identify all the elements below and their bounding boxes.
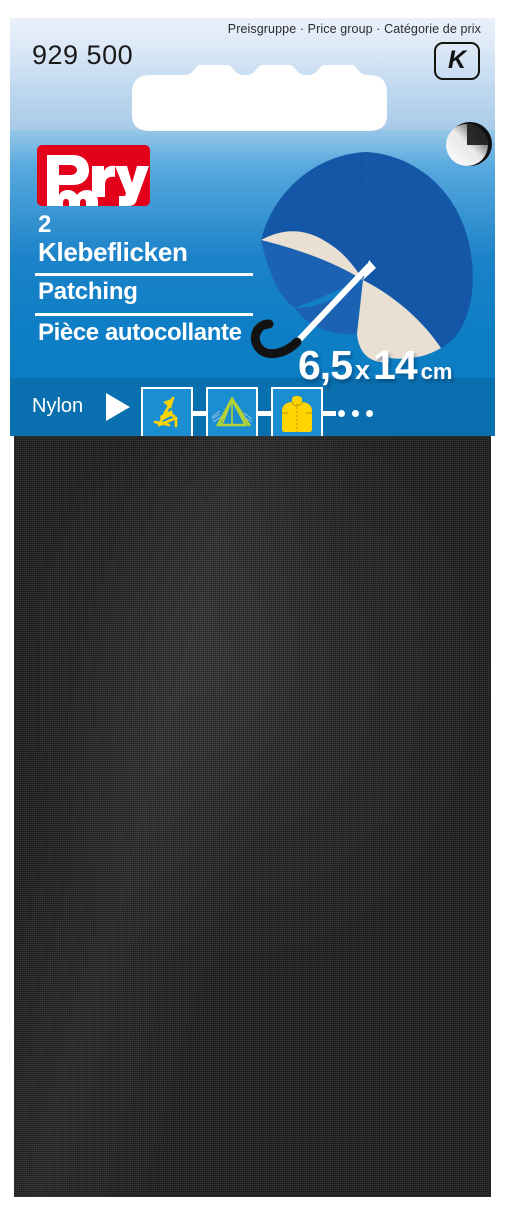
dimension-separator: x: [355, 355, 371, 385]
article-number: 929 500: [32, 40, 134, 70]
dot-3: [366, 409, 373, 417]
application-icon-deck-chair: [141, 387, 193, 439]
dot-1: [338, 409, 345, 417]
dimension-height: 14: [373, 342, 418, 388]
price-group-badge: K: [434, 42, 480, 80]
euro-slot-hole: [132, 65, 387, 131]
prym-brand-logo: [37, 145, 150, 206]
application-icon-list: [141, 387, 373, 439]
tent-icon: [211, 396, 253, 427]
product-name-fr: Pièce autocollante: [38, 319, 242, 346]
fabric-sheen-overlay: [14, 436, 491, 1197]
arrow-right-icon: [106, 393, 130, 421]
product-dimensions: 6,5 x14 cm: [298, 342, 452, 389]
icon-connector-3: [323, 410, 336, 416]
price-group-label: Preisgruppe · Price group · Catégorie de…: [227, 22, 481, 36]
price-group-value: K: [447, 45, 467, 74]
dot-2: [352, 409, 359, 417]
product-package-card: 929 500 Preisgruppe · Price group · Caté…: [10, 18, 495, 1198]
more-applications-indicator: [338, 409, 373, 417]
nylon-fabric-patch: [14, 436, 491, 1197]
rain-jacket-icon: [282, 396, 312, 432]
application-icon-rain-jacket: [271, 387, 323, 439]
quantity-label: 2: [38, 211, 52, 238]
product-name-de: Klebeflicken: [38, 237, 188, 267]
dimension-unit: cm: [420, 359, 453, 384]
product-name-en: Patching: [38, 278, 138, 305]
application-icon-tent: [206, 387, 258, 439]
dimension-width: 6,5: [298, 342, 353, 388]
material-label: Nylon: [32, 395, 84, 417]
icon-connector-2: [258, 410, 271, 416]
divider-rule-2: [35, 313, 253, 316]
divider-rule-1: [35, 273, 253, 276]
icon-connector-1: [193, 410, 206, 416]
deck-chair-icon: [153, 396, 178, 428]
colour-swatch-badge: [446, 122, 492, 166]
